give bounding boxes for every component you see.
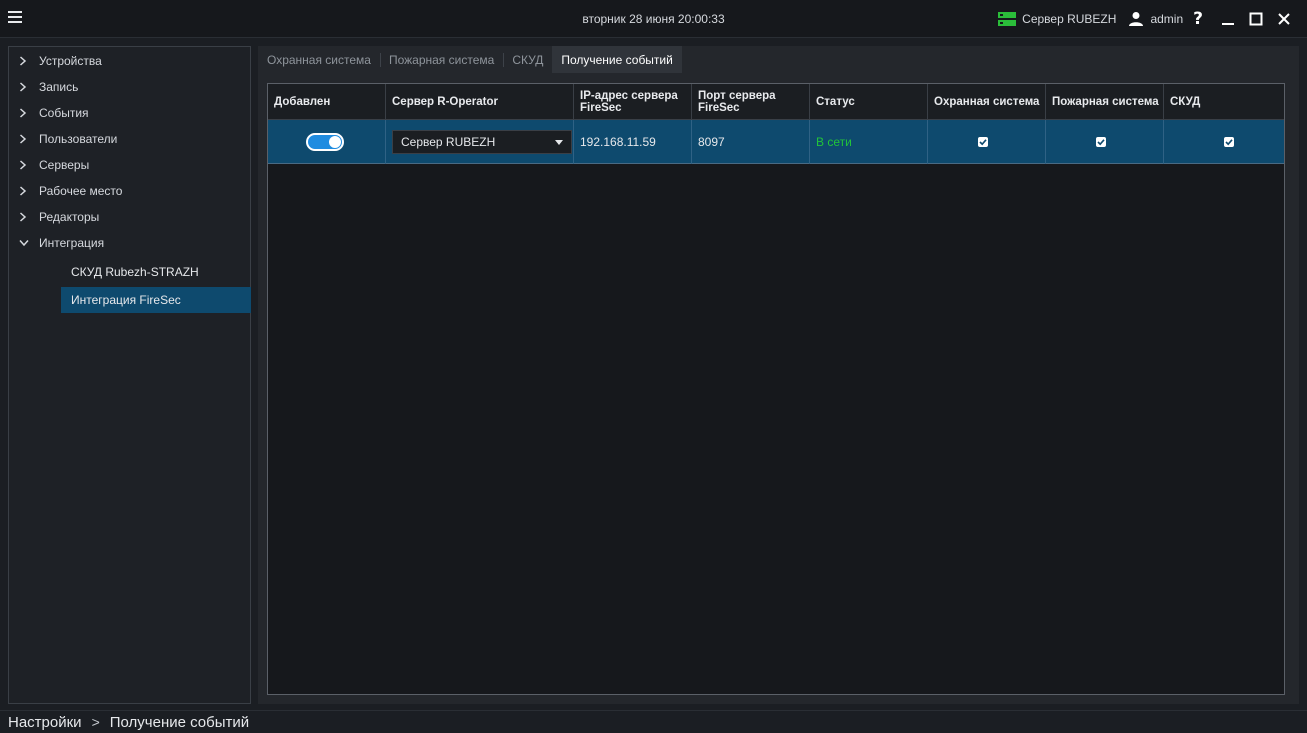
content-panel: Охранная система Пожарная система СКУД П…	[258, 46, 1299, 704]
tab-bar: Охранная система Пожарная система СКУД П…	[258, 46, 682, 73]
tab-fire-system[interactable]: Пожарная система	[379, 46, 503, 73]
column-header-security[interactable]: Охранная система	[928, 84, 1046, 119]
cell-security	[928, 120, 1046, 164]
title-right-area: Сервер RUBEZH admin ?	[998, 9, 1295, 29]
user-name[interactable]: admin	[1150, 12, 1183, 26]
column-header-port[interactable]: Порт сервера FireSec	[692, 84, 810, 119]
breadcrumb-separator: >	[91, 714, 100, 730]
server-icon	[998, 11, 1017, 27]
sidebar-item-workstation[interactable]: Рабочее место	[9, 179, 250, 203]
sidebar-item-label: Устройства	[39, 54, 102, 68]
sidebar-item-editors[interactable]: Редакторы	[9, 205, 250, 229]
column-header-fire[interactable]: Пожарная система	[1046, 84, 1164, 119]
settings-sidebar: Устройства Запись События Пользователи С…	[8, 46, 251, 704]
breadcrumb-current: Получение событий	[109, 713, 250, 731]
column-header-ip[interactable]: IP-адрес сервера FireSec	[574, 84, 692, 119]
sidebar-item-label: Рабочее место	[39, 184, 123, 198]
events-table: Добавлен Сервер R-Operator IP-адрес серв…	[267, 83, 1285, 695]
access-checkbox[interactable]	[1224, 137, 1234, 147]
sidebar-subitem-label: СКУД Rubezh-STRAZH	[71, 265, 199, 279]
column-header-added[interactable]: Добавлен	[268, 84, 386, 119]
sidebar-item-events[interactable]: События	[9, 101, 250, 125]
sidebar-item-servers[interactable]: Серверы	[9, 153, 250, 177]
chevron-right-icon	[19, 82, 31, 92]
dropdown-arrow-icon	[555, 140, 563, 145]
chevron-right-icon	[19, 134, 31, 144]
sidebar-item-label: Серверы	[39, 158, 90, 172]
tab-access-control[interactable]: СКУД	[503, 46, 552, 73]
chevron-right-icon	[19, 108, 31, 118]
chevron-right-icon	[19, 212, 31, 222]
sidebar-item-label: События	[39, 106, 89, 120]
column-header-access[interactable]: СКУД	[1164, 84, 1284, 119]
sidebar-item-users[interactable]: Пользователи	[9, 127, 250, 151]
chevron-right-icon	[19, 186, 31, 196]
maximize-icon[interactable]	[1245, 9, 1267, 29]
table-row[interactable]: Сервер RUBEZH 192.168.11.59 8097 В сети	[268, 120, 1284, 164]
sidebar-item-devices[interactable]: Устройства	[9, 49, 250, 73]
cell-server: Сервер RUBEZH	[386, 120, 574, 164]
chevron-right-icon	[19, 56, 31, 66]
breadcrumb: Настройки > Получение событий	[0, 710, 1307, 733]
user-icon	[1128, 11, 1144, 27]
fire-checkbox[interactable]	[1096, 137, 1106, 147]
server-select-value: Сервер RUBEZH	[401, 135, 496, 149]
title-bar: вторник 28 июня 20:00:33 Сервер RUBEZH a…	[0, 0, 1307, 38]
tab-security-system[interactable]: Охранная система	[258, 46, 380, 73]
server-name[interactable]: Сервер RUBEZH	[1022, 12, 1116, 26]
sidebar-item-integration[interactable]: Интеграция	[9, 231, 250, 255]
sidebar-subitem-firesec[interactable]: Интеграция FireSec	[61, 287, 251, 313]
sidebar-subitem-label: Интеграция FireSec	[71, 293, 181, 307]
help-icon[interactable]: ?	[1193, 9, 1203, 29]
chevron-right-icon	[19, 160, 31, 170]
cell-access	[1164, 120, 1284, 164]
cell-added	[268, 120, 386, 164]
sidebar-item-label: Запись	[39, 80, 79, 94]
security-checkbox[interactable]	[978, 137, 988, 147]
sidebar-item-label: Интеграция	[39, 236, 105, 250]
cell-port: 8097	[692, 120, 810, 164]
column-header-status[interactable]: Статус	[810, 84, 928, 119]
sidebar-item-recording[interactable]: Запись	[9, 75, 250, 99]
status-badge: В сети	[810, 120, 928, 164]
cell-fire	[1046, 120, 1164, 164]
toggle-knob	[329, 136, 341, 148]
column-header-server[interactable]: Сервер R-Operator	[386, 84, 574, 119]
cell-ip: 192.168.11.59	[574, 120, 692, 164]
chevron-down-icon	[19, 239, 31, 247]
breadcrumb-root[interactable]: Настройки	[8, 714, 82, 731]
tab-receive-events[interactable]: Получение событий	[552, 46, 682, 73]
minimize-icon[interactable]	[1217, 9, 1239, 29]
sidebar-item-label: Редакторы	[39, 210, 100, 224]
server-select[interactable]: Сервер RUBEZH	[392, 130, 572, 154]
sidebar-item-label: Пользователи	[39, 132, 118, 146]
added-toggle[interactable]	[306, 133, 344, 151]
close-icon[interactable]	[1273, 9, 1295, 29]
sidebar-subitem-skud-rubezh[interactable]: СКУД Rubezh-STRAZH	[61, 259, 251, 285]
table-header: Добавлен Сервер R-Operator IP-адрес серв…	[268, 84, 1284, 120]
